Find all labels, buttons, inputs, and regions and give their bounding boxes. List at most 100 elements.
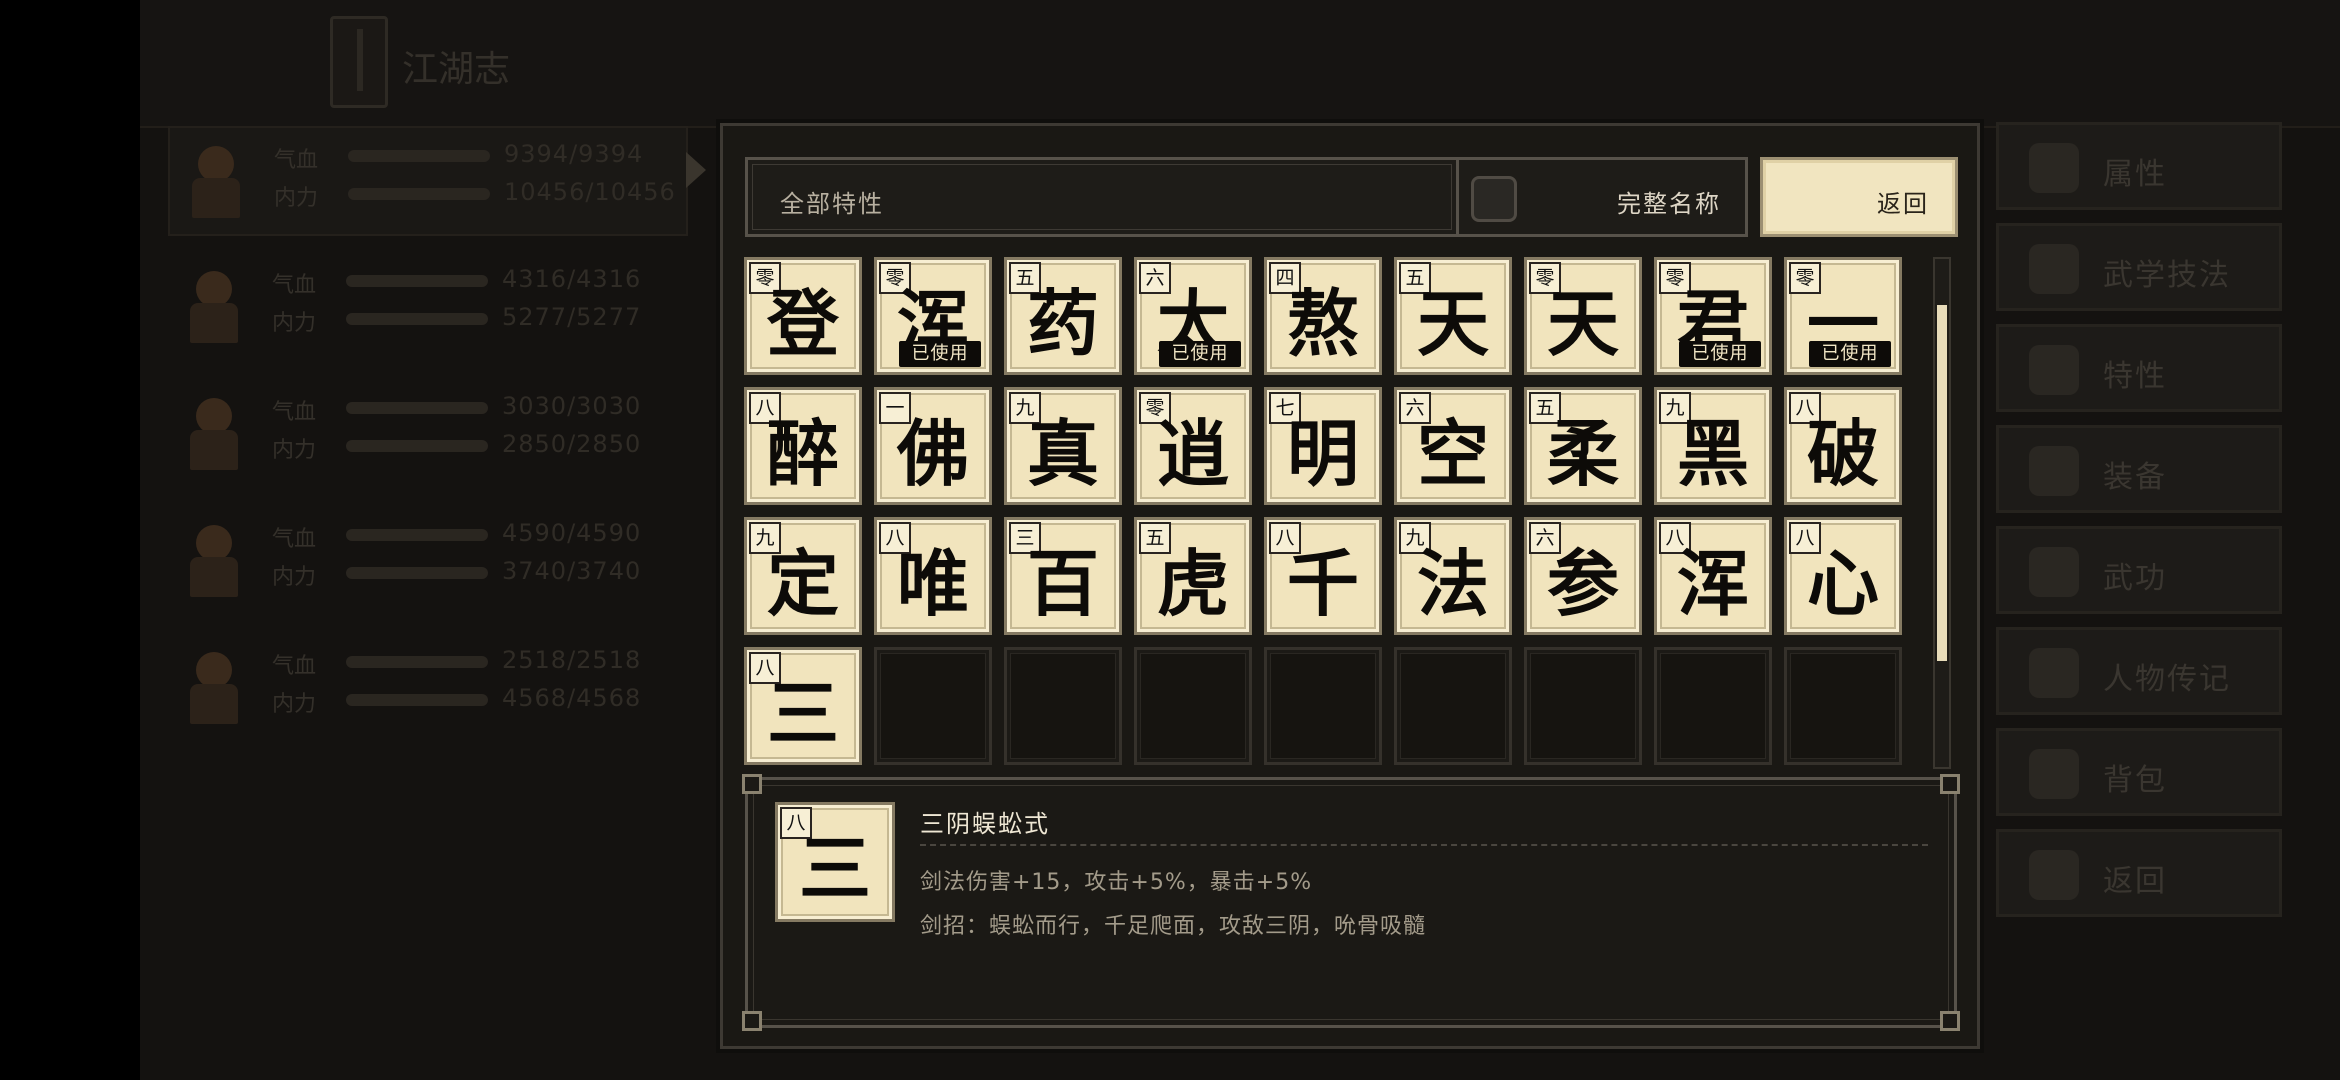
frame-corner <box>742 774 762 794</box>
hp-bar <box>348 150 490 162</box>
back-button-label: 返回 <box>1877 190 1929 218</box>
trait-glyph: 药 <box>1026 281 1099 366</box>
trait-glyph: 心 <box>1806 541 1879 626</box>
character-avatar-icon <box>182 525 246 601</box>
trait-tile[interactable]: 五天 <box>1394 257 1512 375</box>
trait-grid-scrollbar[interactable] <box>1933 257 1951 769</box>
trait-tile[interactable]: 八心 <box>1784 517 1902 635</box>
menu-button-label: 武功 <box>2103 561 2167 596</box>
mp-label: 内力 <box>272 311 317 336</box>
trait-tile[interactable]: 八浑 <box>1654 517 1772 635</box>
trait-tile[interactable]: 九真 <box>1004 387 1122 505</box>
trait-tile[interactable]: 零君已使用 <box>1654 257 1772 375</box>
trait-tile[interactable]: 九法 <box>1394 517 1512 635</box>
hp-value: 3030/3030 <box>502 392 642 420</box>
full-name-toggle[interactable]: 完整名称 <box>1456 157 1748 237</box>
selected-trait-tile: 八 三 <box>775 802 895 922</box>
empty-trait-slot <box>1524 647 1642 765</box>
trait-glyph: 佛 <box>896 411 969 496</box>
menu-button-4[interactable]: 武功 <box>1996 526 2282 614</box>
trait-glyph: 柔 <box>1546 411 1619 496</box>
trait-glyph: 天 <box>1546 281 1619 366</box>
menu-button-2[interactable]: 特性 <box>1996 324 2282 412</box>
trait-glyph: 虎 <box>1156 541 1229 626</box>
trait-glyph: 三 <box>798 826 871 911</box>
trait-tile[interactable]: 六参 <box>1524 517 1642 635</box>
party-member-card[interactable]: 气血 2518/2518 内力 4568/4568 <box>168 634 688 744</box>
trait-tile[interactable]: 六空 <box>1394 387 1512 505</box>
trait-glyph: 黑 <box>1676 411 1749 496</box>
party-member-card[interactable]: 气血 4590/4590 内力 3740/3740 <box>168 507 688 617</box>
menu-button-7[interactable]: 返回 <box>1996 829 2282 917</box>
menu-button-label: 返回 <box>2103 864 2167 899</box>
trait-tile[interactable]: 五柔 <box>1524 387 1642 505</box>
trait-glyph: 天 <box>1416 281 1489 366</box>
trait-glyph: 浑 <box>1676 541 1749 626</box>
party-member-card[interactable]: 气血 4316/4316 内力 5277/5277 <box>168 253 688 363</box>
trait-filter-dropdown[interactable]: 全部特性 <box>745 157 1459 237</box>
trait-glyph: 登 <box>766 281 839 366</box>
trait-tile[interactable]: 八三 <box>744 647 862 765</box>
menu-button-1[interactable]: 武学技法 <box>1996 223 2282 311</box>
trait-description: 剑招：蜈蚣而行，千足爬面，攻敌三阴，吮骨吸髓 <box>920 914 1427 939</box>
hp-bar <box>346 656 488 668</box>
trait-tile[interactable]: 一佛 <box>874 387 992 505</box>
mp-bar <box>346 694 488 706</box>
menu-button-5[interactable]: 人物传记 <box>1996 627 2282 715</box>
hp-value: 4590/4590 <box>502 519 642 547</box>
person-icon <box>2029 143 2079 193</box>
frame-corner <box>742 1011 762 1031</box>
menu-button-0[interactable]: 属性 <box>1996 122 2282 210</box>
trait-tile[interactable]: 零登 <box>744 257 862 375</box>
trait-glyph: 千 <box>1286 541 1359 626</box>
trait-tile[interactable]: 八醉 <box>744 387 862 505</box>
menu-button-6[interactable]: 背包 <box>1996 728 2282 816</box>
trait-tile[interactable]: 五药 <box>1004 257 1122 375</box>
character-avatar-icon <box>182 398 246 474</box>
trait-tile[interactable]: 七明 <box>1264 387 1382 505</box>
bag-icon <box>2029 749 2079 799</box>
party-member-card[interactable]: 气血 3030/3030 内力 2850/2850 <box>168 380 688 490</box>
trait-tile[interactable]: 八唯 <box>874 517 992 635</box>
hp-value: 4316/4316 <box>502 265 642 293</box>
trait-tile[interactable]: 零浑已使用 <box>874 257 992 375</box>
empty-trait-slot <box>1784 647 1902 765</box>
menu-button-label: 武学技法 <box>2103 258 2231 293</box>
mp-bar <box>346 567 488 579</box>
hp-bar <box>346 275 488 287</box>
trait-tile[interactable]: 三百 <box>1004 517 1122 635</box>
trait-detail-panel: 八 三 三阴蜈蚣式 剑法伤害+15，攻击+5%，暴击+5% 剑招：蜈蚣而行，千足… <box>742 774 1960 1031</box>
trait-tile[interactable]: 八千 <box>1264 517 1382 635</box>
martial-skill-icon <box>2029 244 2079 294</box>
back-button[interactable]: 返回 <box>1760 157 1958 237</box>
mp-value: 3740/3740 <box>502 557 642 585</box>
empty-trait-slot <box>1654 647 1772 765</box>
trait-tile[interactable]: 六太已使用 <box>1134 257 1252 375</box>
used-badge: 已使用 <box>1679 341 1761 367</box>
trait-name: 三阴蜈蚣式 <box>920 810 1050 838</box>
frame-corner <box>1940 1011 1960 1031</box>
trait-tile[interactable]: 九定 <box>744 517 862 635</box>
mp-bar <box>346 440 488 452</box>
trait-tile[interactable]: 零逍 <box>1134 387 1252 505</box>
hp-value: 2518/2518 <box>502 646 642 674</box>
trait-tile[interactable]: 零天 <box>1524 257 1642 375</box>
trait-glyph: 空 <box>1416 411 1489 496</box>
menu-button-3[interactable]: 装备 <box>1996 425 2282 513</box>
trait-tile[interactable]: 九黑 <box>1654 387 1772 505</box>
full-name-checkbox[interactable] <box>1471 176 1517 222</box>
top-bar: 江湖志 <box>140 0 2340 128</box>
trait-tile[interactable]: 八破 <box>1784 387 1902 505</box>
mp-label: 内力 <box>274 186 319 211</box>
empty-trait-slot <box>1264 647 1382 765</box>
scrollbar-thumb[interactable] <box>1937 305 1947 661</box>
sword-icon <box>2029 446 2079 496</box>
trait-glyph: 百 <box>1026 541 1099 626</box>
trait-glyph: 定 <box>766 541 839 626</box>
trait-tile[interactable]: 零一已使用 <box>1784 257 1902 375</box>
trait-glyph: 熬 <box>1286 281 1359 366</box>
trait-tile[interactable]: 五虎 <box>1134 517 1252 635</box>
party-member-card[interactable]: 气血 9394/9394 内力 10456/10456 <box>168 126 688 236</box>
trait-tile[interactable]: 四熬 <box>1264 257 1382 375</box>
menu-button-label: 装备 <box>2103 460 2167 495</box>
